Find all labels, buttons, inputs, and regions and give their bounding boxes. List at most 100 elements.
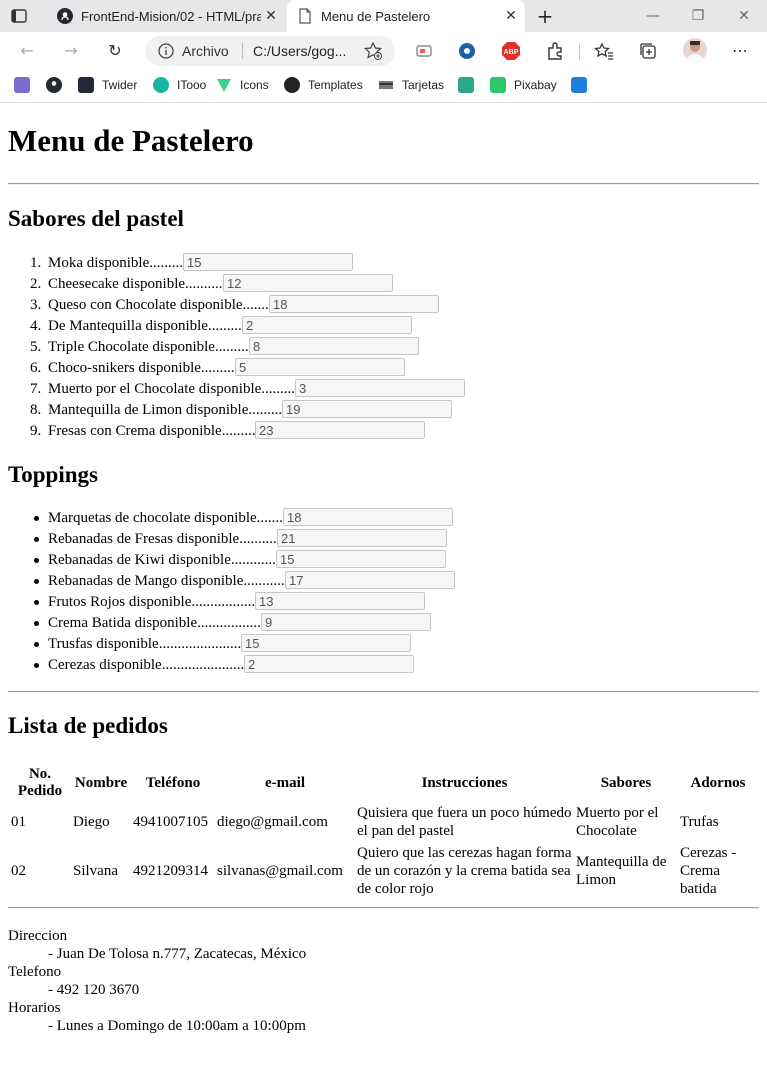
bookmark-github[interactable] [46, 77, 64, 95]
flavor-quantity-input[interactable] [255, 421, 425, 439]
topping-quantity-input[interactable] [241, 634, 411, 652]
table-header-cell: No. Pedido [17, 766, 63, 799]
table-header-cell: Adornos [690, 774, 746, 791]
divider [8, 183, 759, 185]
address-bar[interactable]: Archivo C:/Users/gog... [145, 36, 395, 66]
github-icon [46, 77, 62, 93]
table-cell: Diego [73, 814, 110, 830]
flavor-quantity-input[interactable] [269, 295, 439, 313]
flavors-heading: Sabores del pastel [8, 206, 184, 231]
tab-github[interactable]: FrontEnd-Mision/02 - HTML/practica ✕ [47, 0, 285, 32]
flavor-quantity-input[interactable] [242, 316, 412, 334]
flavor-label: Cheesecake disponible.......... [48, 276, 223, 292]
divider [8, 691, 759, 693]
table-cell: 4921209314 [133, 863, 208, 879]
list-marker: 8. [30, 402, 42, 418]
flavor-label: De Mantequilla disponible......... [48, 318, 242, 334]
table-header-cell: Teléfono [145, 774, 201, 791]
toolbar-separator [579, 44, 580, 60]
table-cell: diego@gmail.com [217, 814, 328, 830]
bookmark-twider[interactable]: Twider [78, 77, 148, 95]
adblock-icon[interactable]: ABP [500, 40, 522, 62]
more-options-icon[interactable]: ⋯ [729, 40, 751, 62]
h-bookmark-icon [14, 77, 30, 93]
bookmark-h[interactable] [14, 77, 32, 95]
refresh-icon[interactable]: ↻ [104, 40, 126, 62]
templates-icon [284, 77, 300, 93]
file-icon [297, 8, 313, 24]
page-content: Menu de Pastelero Sabores del pastel 1. M… [0, 103, 767, 1077]
list-marker: 3. [30, 297, 42, 313]
page-title: Menu de Pastelero [8, 123, 254, 158]
table-row: 02 Silvana 4921209314 silvanas@gmail.com Qui… [10, 843, 757, 899]
close-tab-icon[interactable]: ✕ [263, 7, 279, 23]
bookmark-templates[interactable]: Templates [284, 77, 369, 95]
flavor-quantity-input[interactable] [223, 274, 393, 292]
tab-menu-pastelero[interactable]: Menu de Pastelero ✕ [287, 0, 525, 32]
bookmark-d[interactable] [458, 77, 476, 95]
topping-quantity-input[interactable] [276, 550, 446, 568]
favorites-icon[interactable] [593, 40, 615, 62]
list-marker: 1. [30, 255, 42, 271]
bullet-icon [34, 579, 39, 584]
table-cell: Silvana [73, 863, 118, 879]
topping-quantity-input[interactable] [255, 592, 425, 610]
minimize-icon[interactable]: — [643, 6, 663, 26]
bookmark-tarjetas[interactable]: Tarjetas [378, 77, 448, 95]
topping-label: Rebanadas de Mango disponible........... [48, 573, 285, 589]
topping-label: Rebanadas de Fresas disponible.......... [48, 531, 277, 547]
divider [8, 907, 759, 909]
table-cell: Quisiera que fuera un poco húmedo el pan… [357, 805, 572, 839]
profile-avatar[interactable] [683, 38, 707, 62]
topping-quantity-input[interactable] [277, 529, 447, 547]
table-cell: 02 [11, 863, 26, 879]
contact-term: Telefono [8, 964, 62, 980]
list-marker: 5. [30, 339, 42, 355]
bullet-icon [34, 516, 39, 521]
pixabay-icon [490, 77, 506, 93]
flavor-quantity-input[interactable] [295, 379, 465, 397]
table-header-cell: Instrucciones [421, 774, 508, 791]
flavor-quantity-input[interactable] [282, 400, 452, 418]
bullet-icon [34, 642, 39, 647]
bookmark-p[interactable] [571, 77, 589, 95]
bookmark-pixabay[interactable]: Pixabay [490, 77, 560, 95]
flavor-quantity-input[interactable] [235, 358, 405, 376]
flavor-label: Fresas con Crema disponible......... [48, 423, 256, 439]
bullet-icon [34, 537, 39, 542]
list-marker: 7. [30, 381, 42, 397]
bullet-icon [34, 621, 39, 626]
topping-quantity-input[interactable] [244, 655, 414, 673]
bookmark-itooo[interactable]: ITooo [153, 77, 213, 95]
close-tab-icon[interactable]: ✕ [503, 7, 519, 23]
window-close-icon[interactable]: ✕ [734, 6, 754, 26]
extension-blue-icon[interactable] [456, 40, 478, 62]
tab-actions-icon[interactable] [10, 7, 28, 25]
topping-label: Frutos Rojos disponible................. [48, 594, 256, 610]
address-separator [242, 43, 243, 59]
topping-quantity-input[interactable] [261, 613, 431, 631]
topping-quantity-input[interactable] [285, 571, 455, 589]
new-tab-icon[interactable]: + [534, 5, 556, 27]
collections-icon[interactable] [637, 40, 659, 62]
flavor-label: Moka disponible......... [48, 255, 183, 271]
topping-quantity-input[interactable] [283, 508, 453, 526]
extension-cast-icon[interactable] [413, 40, 435, 62]
address-url[interactable]: C:/Users/gog... [253, 43, 348, 59]
list-marker: 6. [30, 360, 42, 376]
extensions-puzzle-icon[interactable] [544, 40, 566, 62]
restore-icon[interactable]: ❐ [688, 6, 708, 26]
forward-icon[interactable]: → [60, 40, 82, 62]
flavor-quantity-input[interactable] [183, 253, 353, 271]
add-favorite-icon[interactable] [363, 41, 383, 61]
info-icon[interactable] [157, 42, 175, 60]
bookmark-icons[interactable]: Icons [216, 77, 276, 95]
flavor-quantity-input[interactable] [249, 337, 419, 355]
flavor-label: Muerto por el Chocolate disponible......… [48, 381, 296, 397]
topping-label: Trusfas disponible...................... [48, 636, 242, 652]
orders-heading: Lista de pedidos [8, 713, 168, 738]
table-cell: 01 [11, 814, 26, 830]
twider-icon [78, 77, 94, 93]
back-icon[interactable]: ← [16, 40, 38, 62]
contact-detail: - Lunes a Domingo de 10:00am a 10:00pm [48, 1018, 306, 1034]
